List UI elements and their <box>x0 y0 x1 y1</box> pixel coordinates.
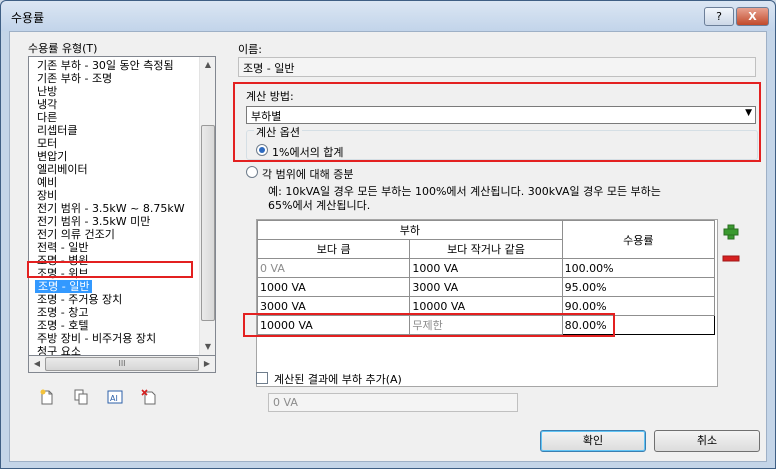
option-sum-radio[interactable] <box>256 144 268 156</box>
list-item[interactable]: 전기 범위 - 3.5kW ~ 8.75kW <box>37 202 185 215</box>
table-row[interactable]: 0 VA 1000 VA 100.00% <box>256 258 716 278</box>
list-item[interactable]: 전기 의류 건조기 <box>37 228 115 241</box>
close-button[interactable]: X <box>736 7 769 26</box>
header-greater-than: 보다 큼 <box>256 239 411 259</box>
example-text-line2: 65%에서 계산됩니다. <box>268 199 371 212</box>
cancel-button[interactable]: 취소 <box>654 430 760 452</box>
list-item[interactable]: 조명 - 일반 <box>35 280 93 293</box>
header-less-equal: 보다 작거나 같음 <box>409 239 563 259</box>
list-item[interactable]: 주방 장비 - 비주거용 장치 <box>37 332 156 345</box>
list-item[interactable]: 조명 - 창고 <box>37 306 88 319</box>
list-item[interactable]: 변압기 <box>37 150 67 163</box>
list-item[interactable]: 기존 부하 - 조명 <box>37 72 112 85</box>
delete-icon[interactable] <box>140 388 158 406</box>
table-row[interactable]: 1000 VA 3000 VA 95.00% <box>256 277 716 297</box>
row-highlight <box>243 313 615 337</box>
help-button[interactable]: ? <box>704 7 734 26</box>
calc-method-label: 계산 방법: <box>246 90 294 103</box>
calc-method-value: 부하별 <box>251 110 282 123</box>
header-load: 부하 <box>257 220 563 240</box>
list-item[interactable]: 냉각 <box>37 98 57 111</box>
cell-greater[interactable]: 0 VA <box>256 258 411 278</box>
remove-row-icon[interactable] <box>720 248 742 268</box>
list-item[interactable]: 리셉터클 <box>37 124 77 137</box>
demand-type-list-label: 수용률 유형(T) <box>28 42 98 55</box>
add-row-icon[interactable] <box>720 222 742 242</box>
list-item[interactable]: 조명 - 호텔 <box>37 319 88 332</box>
list-item[interactable]: 다른 <box>37 111 57 124</box>
list-item[interactable]: 조명 - 주거용 장치 <box>37 293 122 306</box>
scroll-down-icon[interactable]: ▼ <box>200 339 215 355</box>
duplicate-icon[interactable] <box>72 388 90 406</box>
scroll-left-icon[interactable]: ◀ <box>29 356 45 372</box>
list-item[interactable]: 전력 - 일반 <box>37 241 88 254</box>
dialog-title: 수용률 <box>11 11 45 25</box>
list-item[interactable]: 난방 <box>37 85 57 98</box>
name-field[interactable]: 조명 - 일반 <box>238 57 756 77</box>
cell-less[interactable]: 1000 VA <box>409 258 563 278</box>
list-selection-highlight <box>27 261 193 278</box>
list-horizontal-scrollbar[interactable]: ◀ III ▶ <box>28 356 216 373</box>
calc-method-select[interactable]: 부하별 ▼ <box>246 106 756 124</box>
scroll-up-icon[interactable]: ▲ <box>200 57 215 73</box>
cell-less[interactable]: 3000 VA <box>409 277 563 297</box>
list-item[interactable]: 청구 요소 <box>37 345 81 355</box>
option-incremental-radio[interactable] <box>246 166 258 178</box>
add-load-label: 계산된 결과에 부하 추가(A) <box>274 373 402 386</box>
cell-factor[interactable]: 95.00% <box>561 277 716 297</box>
list-vertical-scrollbar[interactable]: ▲ ▼ <box>199 57 215 355</box>
list-item[interactable]: 엘리베이터 <box>37 163 88 176</box>
scroll-right-icon[interactable]: ▶ <box>199 356 215 372</box>
add-load-field[interactable]: 0 VA <box>268 393 518 412</box>
header-demand-factor: 수용률 <box>561 220 716 259</box>
dialog-body: 수용률 유형(T) ▲ ▼ 기존 부하 - 30일 동안 측정됨 기존 부하 - … <box>9 31 767 462</box>
rename-icon[interactable]: AI <box>106 388 124 406</box>
title-bar: 수용률 ? X <box>1 1 775 31</box>
ok-button[interactable]: 확인 <box>540 430 646 452</box>
list-item[interactable]: 모터 <box>37 137 57 150</box>
list-item[interactable]: 장비 <box>37 189 57 202</box>
demand-type-list[interactable]: ▲ ▼ 기존 부하 - 30일 동안 측정됨 기존 부하 - 조명 난방 냉각 다른 리셉… <box>28 56 216 356</box>
calc-options-label: 계산 옵션 <box>254 124 302 140</box>
cell-factor[interactable]: 100.00% <box>561 258 716 278</box>
dialog-window: 수용률 ? X 수용률 유형(T) ▲ ▼ 기존 부하 - 30일 동안 측정됨… <box>0 0 776 469</box>
cell-greater[interactable]: 1000 VA <box>256 277 411 297</box>
new-icon[interactable] <box>38 388 56 406</box>
list-item[interactable]: 예비 <box>37 176 57 189</box>
name-label: 이름: <box>238 43 262 56</box>
option-sum-label: 1%에서의 합계 <box>272 146 344 159</box>
chevron-down-icon: ▼ <box>745 108 752 118</box>
list-item[interactable]: 전기 범위 - 3.5kW 미만 <box>37 215 150 228</box>
option-incremental-label: 각 범위에 대해 증분 <box>262 168 354 181</box>
hscroll-thumb[interactable]: III <box>45 357 199 371</box>
svg-text:AI: AI <box>110 394 118 403</box>
add-load-checkbox[interactable] <box>256 372 268 384</box>
scroll-thumb[interactable] <box>201 125 215 321</box>
list-item[interactable]: 기존 부하 - 30일 동안 측정됨 <box>37 59 174 72</box>
